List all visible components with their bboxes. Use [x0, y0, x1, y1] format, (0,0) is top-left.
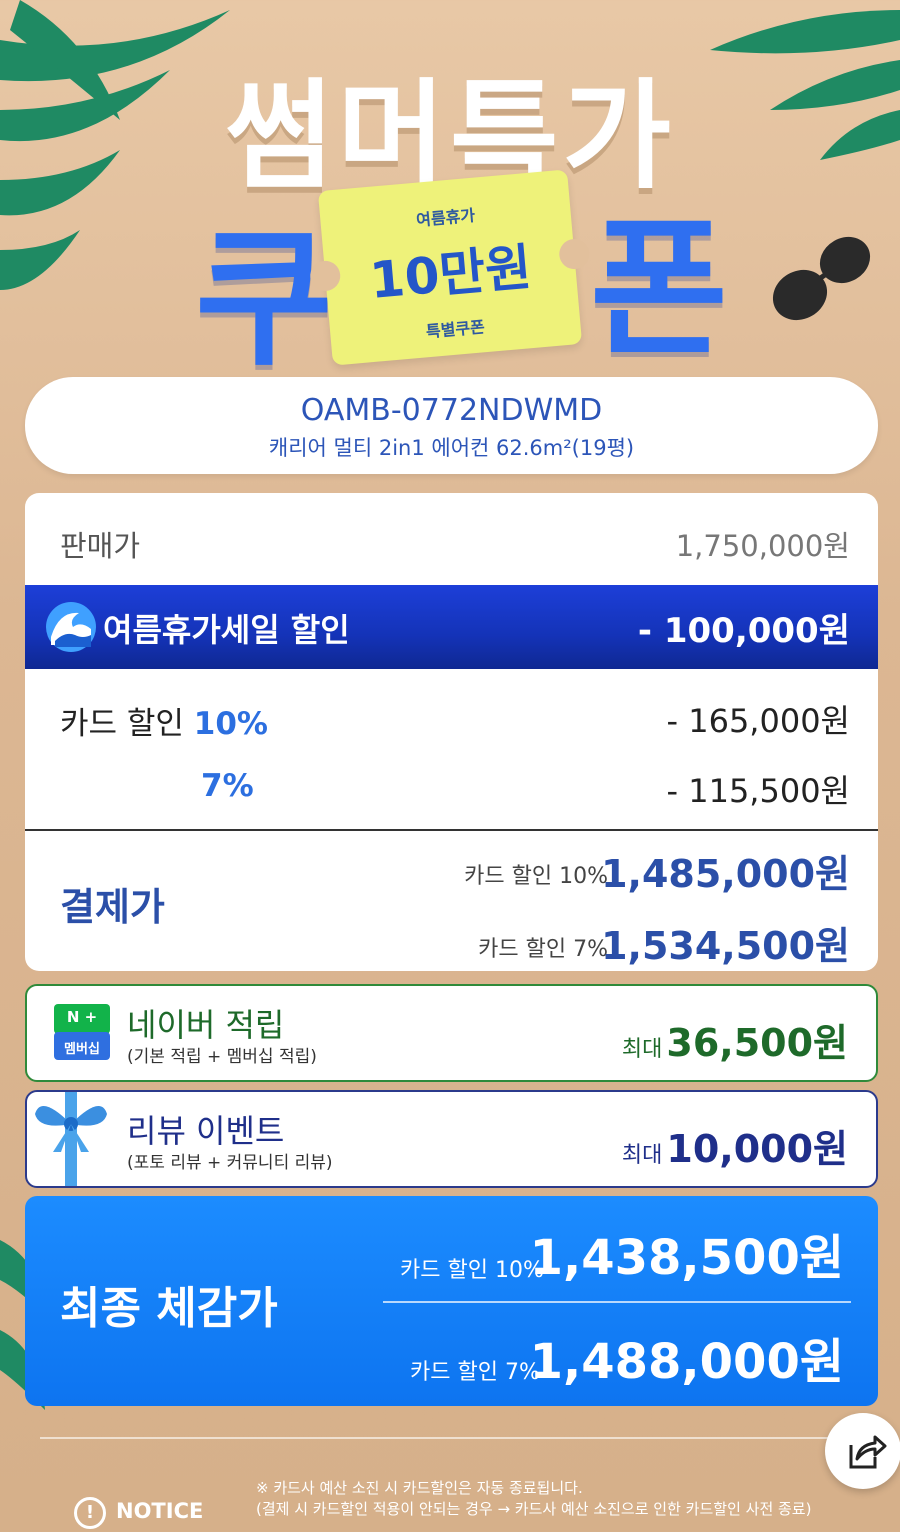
coupon-title-left: 쿠	[195, 213, 334, 387]
product-name: 캐리어 멀티 2in1 에어컨 62.6m²(19평)	[268, 436, 635, 460]
card-discount-label: 카드 할인 10%	[60, 698, 268, 743]
gift-ribbon-icon	[35, 1106, 107, 1152]
review-event-title: 리뷰 이벤트	[127, 1112, 285, 1150]
share-button[interactable]	[825, 1413, 900, 1489]
ticket-amount: 10만원	[367, 238, 534, 310]
wave-icon	[46, 602, 96, 652]
naver-max-label: 최대	[621, 1037, 663, 1062]
final-price-card: 최종 체감가 카드 할인 10% 1,438,500원 카드 할인 7% 1,4…	[25, 1196, 878, 1406]
notice-line-1: ※ 카드사 예산 소진 시 카드할인은 자동 종료됩니다.	[256, 1479, 583, 1497]
divider	[25, 829, 878, 831]
payment-value7: 1,534,500원	[601, 924, 850, 968]
notice-label: NOTICE	[116, 1499, 204, 1523]
coupon-title-right: 폰	[590, 203, 729, 377]
review-event-value: 10,000원	[666, 1127, 848, 1171]
naver-badge-top: N +	[66, 1008, 98, 1026]
naver-badge-bottom: 멤버십	[64, 1042, 100, 1057]
review-event-sub: (포토 리뷰 + 커뮤니티 리뷰)	[127, 1153, 333, 1173]
naver-points-amount: 최대 36,500원	[622, 1012, 848, 1067]
product-card: OAMB-0772NDWMD 캐리어 멀티 2in1 에어컨 62.6m²(19…	[25, 377, 878, 474]
notice-heading: ! NOTICE	[74, 1497, 203, 1529]
review-event-amount: 최대 10,000원	[622, 1118, 848, 1173]
notice-line-2: (결제 시 카드할인 적용이 안되는 경우 → 카드사 예산 소진으로 인한 카…	[256, 1500, 812, 1518]
card-discount-pct10: 10%	[193, 706, 268, 742]
share-icon	[849, 1435, 887, 1469]
coupon-ticket: 여름휴가 10만원 특별쿠폰	[317, 169, 583, 366]
bottom-divider	[40, 1437, 860, 1439]
payment-value10: 1,485,000원	[601, 852, 850, 896]
card-discount-value7: - 115,500원	[666, 772, 851, 810]
final-value10: 1,438,500원	[529, 1230, 844, 1286]
final-price-label: 최종 체감가	[60, 1283, 278, 1334]
naver-points-card: N + 멤버십 네이버 적립 (기본 적립 + 멤버십 적립) 최대 36,500…	[25, 984, 878, 1082]
card-discount-value10: - 165,000원	[666, 702, 851, 740]
price-card: 판매가 1,750,000원 여름휴가세일 할인 - 100,000원 카드 할…	[25, 493, 878, 971]
summer-sale-value: - 100,000원	[637, 611, 850, 651]
final-value7: 1,488,000원	[529, 1334, 844, 1390]
sunglasses-icon	[772, 236, 871, 321]
final-sub10: 카드 할인 10%	[400, 1258, 544, 1283]
summer-sale-label: 여름휴가세일 할인	[103, 611, 350, 649]
sale-price-label: 판매가	[60, 529, 141, 563]
notice-icon: !	[74, 1497, 106, 1529]
naver-points-value: 36,500원	[666, 1021, 848, 1065]
notice-text: ※ 카드사 예산 소진 시 카드할인은 자동 종료됩니다. (결제 시 카드할인…	[256, 1478, 811, 1520]
product-code: OAMB-0772NDWMD	[300, 393, 603, 428]
final-sub7: 카드 할인 7%	[410, 1360, 540, 1385]
naver-points-title: 네이버 적립	[127, 1006, 285, 1044]
review-max-label: 최대	[621, 1143, 663, 1168]
card-discount-text: 카드 할인	[60, 706, 184, 742]
payment-price-label: 결제가	[60, 885, 165, 929]
final-divider	[383, 1301, 851, 1303]
payment-sub10: 카드 할인 10%	[464, 864, 608, 889]
summer-sale-bar: 여름휴가세일 할인 - 100,000원	[25, 585, 878, 669]
review-event-card: 리뷰 이벤트 (포토 리뷰 + 커뮤니티 리뷰) 최대 10,000원	[25, 1090, 878, 1188]
payment-sub7: 카드 할인 7%	[478, 937, 608, 962]
naver-points-sub: (기본 적립 + 멤버십 적립)	[127, 1047, 317, 1067]
card-discount-pct7: 7%	[201, 768, 254, 804]
sale-price-value: 1,750,000원	[675, 529, 850, 563]
